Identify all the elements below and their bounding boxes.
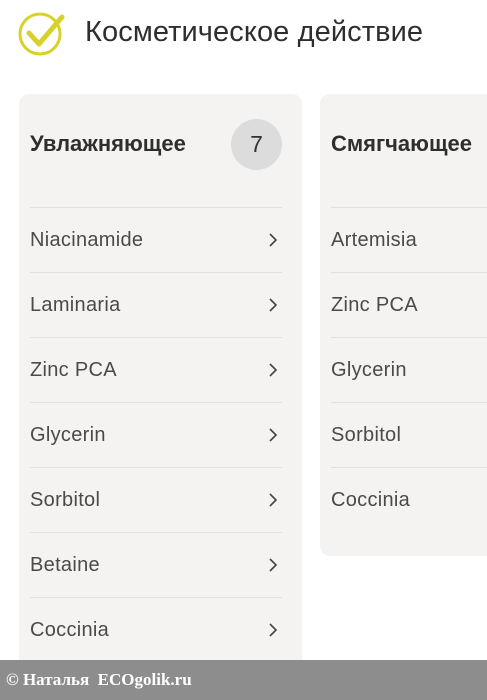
ingredient-list: Artemisia Zinc PCA Glycerin Sorbitol Coc… [331, 207, 487, 532]
chevron-right-icon [269, 493, 278, 507]
item-label: Niacinamide [30, 228, 144, 251]
item-label: Sorbitol [30, 488, 101, 511]
item-label: Coccinia [30, 618, 110, 641]
list-item[interactable]: Glycerin [30, 402, 282, 467]
list-item[interactable]: Sorbitol [331, 402, 487, 467]
list-item[interactable]: Zinc PCA [331, 272, 487, 337]
chevron-right-icon [269, 558, 278, 572]
item-label: Laminaria [30, 293, 121, 316]
chevron-right-icon [269, 233, 278, 247]
list-item[interactable]: Glycerin [331, 337, 487, 402]
item-label: Sorbitol [331, 423, 402, 446]
list-item[interactable]: Betaine [30, 532, 282, 597]
card-header: Увлажняющее 7 [30, 118, 282, 170]
item-label: Artemisia [331, 228, 418, 251]
item-label: Glycerin [331, 358, 407, 381]
card-header: Смягчающее [331, 120, 487, 168]
list-item[interactable]: Niacinamide [30, 207, 282, 272]
item-label: Betaine [30, 553, 100, 576]
count-badge: 7 [231, 118, 282, 170]
chevron-right-icon [269, 298, 278, 312]
list-item[interactable]: Coccinia [331, 467, 487, 532]
item-label: Zinc PCA [30, 358, 117, 381]
list-item[interactable]: Laminaria [30, 272, 282, 337]
chevron-right-icon [269, 623, 278, 637]
list-item[interactable]: Zinc PCA [30, 337, 282, 402]
chevron-right-icon [269, 363, 278, 377]
watermark: © Наталья ECOgolik.ru [0, 660, 487, 700]
item-label: Coccinia [331, 488, 411, 511]
card-softening: Смягчающее Artemisia Zinc PCA Glycerin S… [320, 94, 487, 556]
card-title: Смягчающее [331, 131, 472, 156]
item-label: Glycerin [30, 423, 106, 446]
cards-carousel[interactable]: Увлажняющее 7 Niacinamide Laminaria Zinc… [0, 0, 487, 700]
list-item[interactable]: Coccinia [30, 597, 282, 662]
ingredient-list: Niacinamide Laminaria Zinc PCA Glycerin … [30, 207, 282, 662]
card-title: Увлажняющее [30, 131, 186, 156]
list-item[interactable]: Artemisia [331, 207, 487, 272]
card-moisturizing: Увлажняющее 7 Niacinamide Laminaria Zinc… [19, 94, 302, 688]
list-item[interactable]: Sorbitol [30, 467, 282, 532]
item-label: Zinc PCA [331, 293, 418, 316]
chevron-right-icon [269, 428, 278, 442]
